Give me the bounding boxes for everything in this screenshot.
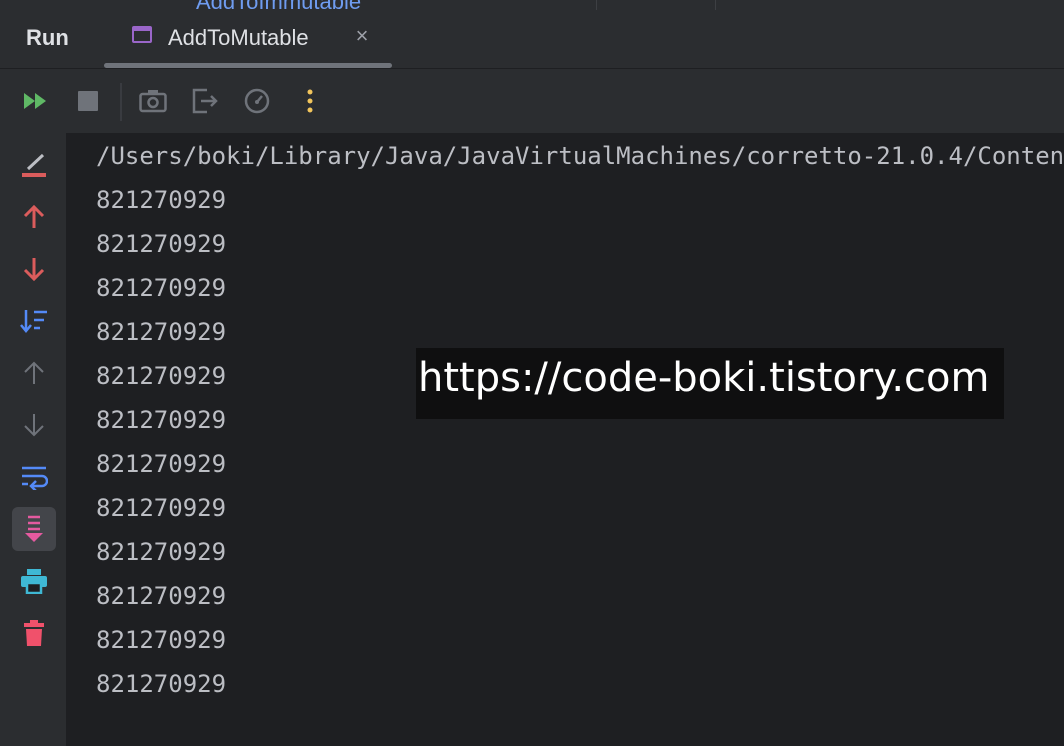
down-gray-icon <box>24 414 44 437</box>
gauge-icon <box>244 88 270 114</box>
scroll-to-end-icon <box>25 515 43 542</box>
previous-occurrence-button[interactable] <box>12 195 56 239</box>
trash-icon <box>24 620 44 646</box>
output-line: 821270929 <box>96 362 227 390</box>
output-line: 821270929 <box>96 230 227 258</box>
rerun-button[interactable] <box>22 87 50 115</box>
run-config-icon <box>132 26 152 43</box>
clear-filter-button[interactable] <box>12 143 56 187</box>
output-line: 821270929 <box>96 450 227 478</box>
print-icon <box>21 569 47 594</box>
camera-icon <box>139 90 167 113</box>
output-line: 821270929 <box>96 626 227 654</box>
rerun-icon <box>24 93 46 109</box>
up-gray-icon <box>24 361 44 384</box>
run-tool-window: AddToImmutable Run AddToMutable × <box>0 0 1064 746</box>
console-output[interactable]: /Users/boki/Library/Java/JavaVirtualMach… <box>66 133 1064 746</box>
sort-icon <box>20 310 47 333</box>
command-line: /Users/boki/Library/Java/JavaVirtualMach… <box>96 142 1064 170</box>
editor-tab-ghost[interactable]: AddToImmutable <box>196 0 361 10</box>
exit-button[interactable] <box>191 87 219 115</box>
console-side-toolbar <box>0 133 66 746</box>
close-icon[interactable]: × <box>352 25 372 47</box>
divider <box>715 0 716 10</box>
print-button[interactable] <box>12 559 56 603</box>
scroll-up-button[interactable] <box>12 351 56 395</box>
sort-button[interactable] <box>12 299 56 343</box>
down-red-icon <box>23 258 45 282</box>
soft-wrap-icon <box>22 466 48 490</box>
output-line: 821270929 <box>96 186 227 214</box>
scroll-to-end-button[interactable] <box>12 507 56 551</box>
run-tab-bar: Run AddToMutable × <box>0 10 1064 69</box>
output-line: 821270929 <box>96 318 227 346</box>
output-line: 821270929 <box>96 582 227 610</box>
run-panel-title: Run <box>26 25 69 50</box>
watermark-url: https://code-boki.tistory.com <box>416 348 1004 419</box>
active-tab-indicator <box>104 63 392 68</box>
soft-wrap-button[interactable] <box>12 455 56 499</box>
output-line: 821270929 <box>96 406 227 434</box>
stop-button[interactable] <box>74 87 102 115</box>
screenshot-button[interactable] <box>139 87 167 115</box>
output-line: 821270929 <box>96 538 227 566</box>
output-line: 821270929 <box>96 274 227 302</box>
output-line: 821270929 <box>96 494 227 522</box>
profiler-button[interactable] <box>243 87 271 115</box>
toolbar-separator <box>120 83 122 121</box>
more-vertical-icon <box>307 89 313 113</box>
run-toolbar <box>0 69 1064 133</box>
scroll-down-button[interactable] <box>12 403 56 447</box>
output-line: 821270929 <box>96 670 227 698</box>
divider <box>596 0 597 10</box>
up-red-icon <box>23 204 45 228</box>
editor-tabs-remnant: AddToImmutable <box>0 0 1064 10</box>
exit-icon <box>192 88 218 114</box>
tab-label: AddToMutable <box>168 25 309 50</box>
tab-add-to-mutable[interactable]: AddToMutable × <box>104 10 392 68</box>
stop-icon <box>78 91 98 111</box>
clear-filter-icon <box>22 153 46 177</box>
next-occurrence-button[interactable] <box>12 247 56 291</box>
clear-all-button[interactable] <box>12 611 56 655</box>
more-options-button[interactable] <box>296 87 324 115</box>
